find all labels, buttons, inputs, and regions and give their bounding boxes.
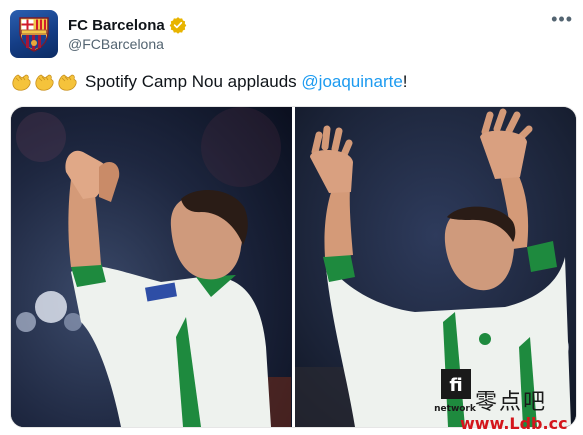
- photo-left[interactable]: [11, 107, 292, 427]
- author-display-name[interactable]: FC Barcelona: [68, 17, 165, 34]
- tweet-text: Spotify Camp Nou applauds @joaquinarte!: [10, 72, 408, 92]
- clapping-hands-icon: [12, 74, 31, 91]
- tweet-header: FC Barcelona @FCBarcelona •••: [10, 10, 573, 60]
- clapping-hands-icon: [35, 74, 54, 91]
- fc-barcelona-crest-icon: [19, 17, 49, 52]
- tweet-body: Spotify Camp Nou applauds @joaquinarte!: [85, 72, 408, 92]
- player-applauding-photo-icon: [11, 107, 292, 427]
- tweet-text-suffix: !: [402, 72, 408, 91]
- author-handle[interactable]: @FCBarcelona: [68, 36, 164, 52]
- author-name-row[interactable]: FC Barcelona: [68, 16, 187, 34]
- watermark-url: www.Ldb.cc: [460, 414, 568, 433]
- more-options-button[interactable]: •••: [551, 10, 573, 28]
- verified-badge-icon: [169, 17, 187, 34]
- shirt-sponsor-text: network: [434, 404, 477, 414]
- svg-text:fi: fi: [449, 375, 462, 396]
- watermark-chinese: 零点吧: [475, 390, 548, 415]
- player-waving-photo-icon: fi network: [295, 107, 576, 427]
- mention-link[interactable]: @joaquinarte: [301, 72, 402, 91]
- avatar[interactable]: [10, 10, 58, 58]
- clapping-hands-icon: [58, 74, 77, 91]
- tweet-text-prefix: Spotify Camp Nou applauds: [85, 72, 302, 91]
- media-grid: fi network: [10, 106, 577, 428]
- photo-right[interactable]: fi network: [295, 107, 576, 427]
